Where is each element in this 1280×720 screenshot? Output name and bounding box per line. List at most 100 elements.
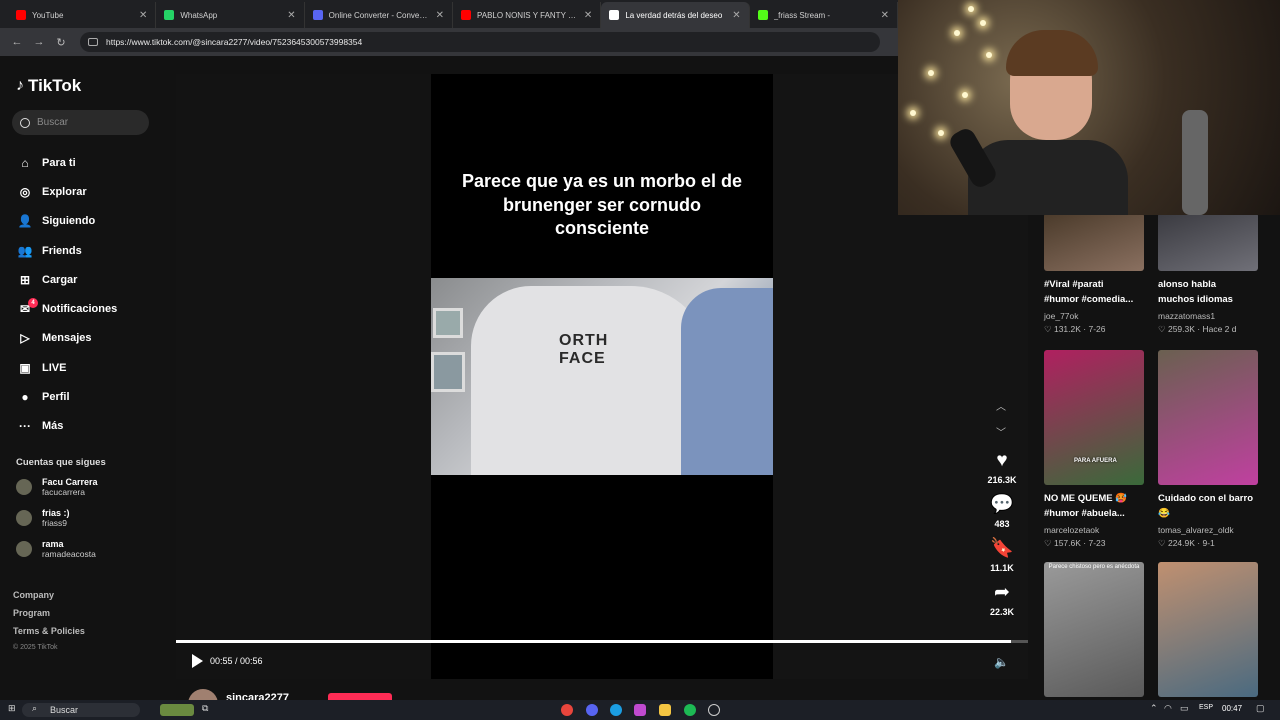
account-name: frias :): [42, 508, 70, 518]
video-caption: Parece que ya es un morbo el de brunenge…: [461, 171, 743, 238]
copyright: © 2025 TikTok: [13, 644, 58, 651]
search-input[interactable]: Buscar: [12, 110, 149, 135]
recommended-video-card[interactable]: Cuidado con el barro 😂 tomas_alvarez_oldk…: [1158, 350, 1258, 549]
forward-icon[interactable]: →: [28, 36, 50, 48]
task-view-icon[interactable]: ⧉: [202, 703, 208, 714]
footer-company[interactable]: Company: [13, 590, 54, 600]
time-display: 00:55 / 00:56: [210, 656, 263, 666]
browser-tab[interactable]: _friass Stream - ✕: [750, 2, 898, 28]
chrome-icon[interactable]: [561, 704, 573, 716]
tiktok-note-icon: ♪: [16, 77, 24, 94]
sidebar-item-perfil[interactable]: ● Perfil: [16, 382, 117, 411]
comment-button[interactable]: 💬 483: [980, 494, 1024, 529]
sidebar-item-label: Friends: [42, 244, 82, 257]
sidebar-item-notificaciones[interactable]: ✉ 4 Notificaciones: [16, 294, 117, 323]
following-account[interactable]: rama ramadeacosta: [16, 539, 96, 559]
recommended-video-card[interactable]: alonso habla muchos idiomas mazzatomass1 …: [1158, 213, 1258, 335]
url-field[interactable]: https://www.tiktok.com/@sincara2277/vide…: [80, 32, 880, 52]
close-tab-icon[interactable]: ✕: [584, 10, 592, 21]
sidebar-item-explorar[interactable]: ◎ Explorar: [16, 177, 117, 206]
sidebar-item-friends[interactable]: 👥 Friends: [16, 236, 117, 265]
footer-terms[interactable]: Terms & Policies: [13, 626, 85, 636]
close-tab-icon[interactable]: ✕: [732, 10, 740, 21]
close-tab-icon[interactable]: ✕: [881, 10, 889, 21]
browser-tab[interactable]: PABLO NONIS Y FANTY ESCAV ✕: [453, 2, 602, 28]
recommended-video-card[interactable]: [1158, 562, 1258, 697]
tab-favicon-icon: [609, 10, 620, 20]
chevron-down-icon[interactable]: ﹀: [996, 424, 1006, 439]
tiktok-logo[interactable]: ♪ TikTok: [16, 76, 81, 96]
tab-title: _friass Stream -: [773, 10, 831, 20]
sidebar-item-para-ti[interactable]: ⌂ Para ti: [16, 148, 117, 177]
browser-tab[interactable]: La verdad detrás del deseo ✕: [601, 2, 750, 28]
video-clip: ORTH FACE: [431, 278, 773, 475]
compass-icon: ◎: [19, 184, 31, 199]
following-account[interactable]: Facu Carrera facucarrera: [16, 477, 98, 497]
second-person: [681, 288, 773, 475]
heart-button[interactable]: ♥ 216.3K: [980, 450, 1024, 485]
string-light: [928, 70, 934, 76]
taskbar: ⊞ Buscar ⌕ ⧉ ⌃ ◠ ▭ ESP 00:47 ▢: [0, 700, 1280, 720]
battery-icon[interactable]: ▭: [1180, 703, 1189, 714]
browser-tab[interactable]: Online Converter - Convert Ima ✕: [305, 2, 453, 28]
bookmark-button[interactable]: 🔖 11.1K: [980, 538, 1024, 573]
browser-tab[interactable]: YouTube ✕: [8, 2, 157, 28]
account-handle: facucarrera: [42, 487, 85, 497]
close-tab-icon[interactable]: ✕: [436, 10, 444, 21]
settings-icon[interactable]: [708, 704, 720, 716]
thumb-overlay-text: Parece chistoso pero es anécdota: [1048, 564, 1140, 570]
recommended-video-card[interactable]: Parece chistoso pero es anécdota: [1044, 562, 1144, 697]
discord-icon[interactable]: [586, 704, 598, 716]
bookmark-icon: 🔖: [990, 538, 1014, 559]
tray-chevron-icon[interactable]: ⌃: [1150, 703, 1158, 714]
card-author: mazzatomass1: [1158, 311, 1216, 321]
sidebar-item-label: Siguiendo: [42, 215, 96, 228]
recommended-video-card[interactable]: #Viral #parati #humor #comedia... joe_77o…: [1044, 213, 1144, 335]
action-count: 483: [994, 519, 1010, 529]
language-indicator[interactable]: ESP: [1199, 704, 1213, 711]
hoodie-logo-text: ORTH FACE: [559, 332, 609, 367]
windows-start-icon[interactable]: ⊞: [8, 703, 16, 714]
close-tab-icon[interactable]: ✕: [287, 10, 295, 21]
taskbar-search[interactable]: Buscar: [22, 703, 140, 717]
chevron-up-icon[interactable]: ︿: [996, 398, 1006, 413]
string-light: [910, 110, 916, 116]
back-icon[interactable]: ←: [6, 36, 28, 48]
sidebar-item-mensajes[interactable]: ▷ Mensajes: [16, 324, 117, 353]
sidebar-item-m-s[interactable]: ··· Más: [16, 412, 117, 441]
reload-icon[interactable]: ↻: [50, 36, 72, 49]
weather-widget-icon[interactable]: [160, 704, 194, 716]
heart-icon: ♥: [996, 450, 1008, 471]
friends-icon: 👥: [17, 243, 33, 258]
taskbar-search-icon: ⌕: [32, 703, 38, 713]
taskbar-clock[interactable]: 00:47: [1222, 704, 1242, 713]
following-account[interactable]: frias :) friass9: [16, 508, 70, 528]
footer-program[interactable]: Program: [13, 608, 50, 618]
progress-bar[interactable]: [176, 640, 1028, 643]
sidebar-item-cargar[interactable]: ⊞ Cargar: [16, 265, 117, 294]
play-icon[interactable]: [192, 654, 203, 668]
uploader-bar: sincara2277: [176, 679, 1028, 719]
video-thumbnail: [1158, 350, 1258, 485]
video-thumbnail: [1158, 213, 1258, 271]
app-icon[interactable]: [634, 704, 646, 716]
string-light: [938, 130, 944, 136]
browser-tab[interactable]: WhatsApp ✕: [156, 2, 305, 28]
network-icon[interactable]: ◠: [1164, 703, 1172, 714]
close-tab-icon[interactable]: ✕: [139, 10, 147, 21]
sidebar-item-siguiendo[interactable]: 👤 Siguiendo: [16, 207, 117, 236]
tab-favicon-icon: [757, 10, 768, 20]
tab-favicon-icon: [16, 10, 26, 20]
edge-icon[interactable]: [610, 704, 622, 716]
notification-icon[interactable]: ▢: [1256, 703, 1265, 714]
sidebar-item-label: Para ti: [42, 156, 76, 169]
volume-icon[interactable]: 🔈: [994, 655, 1009, 669]
recommended-video-card[interactable]: PARA AFUERA NO ME QUEME 🥵 #humor #abuela.…: [1044, 350, 1144, 549]
account-handle: friass9: [42, 518, 68, 528]
share-button[interactable]: ➦ 22.3K: [980, 582, 1024, 617]
site-info-icon[interactable]: [88, 38, 98, 46]
file-explorer-icon[interactable]: [659, 704, 671, 716]
video-frame[interactable]: Parece que ya es un morbo el de brunenge…: [431, 74, 773, 679]
sidebar-item-live[interactable]: ▣ LIVE: [16, 353, 117, 382]
spotify-icon[interactable]: [684, 704, 696, 716]
